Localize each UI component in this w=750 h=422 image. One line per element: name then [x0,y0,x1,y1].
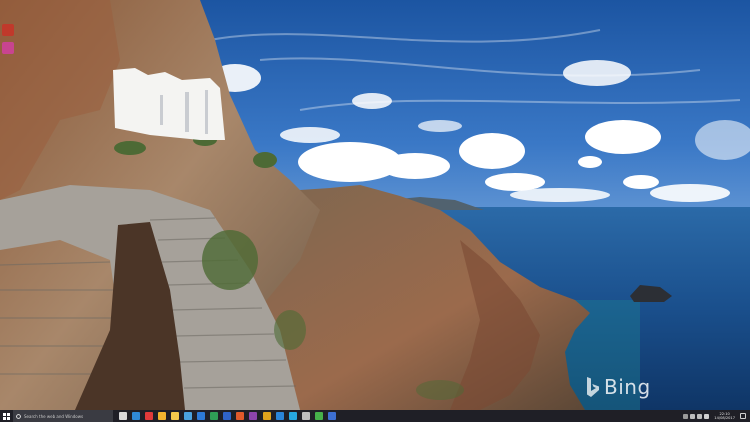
opera-icon[interactable] [144,412,153,420]
bing-watermark-text: Bing [604,375,651,399]
photos-icon[interactable] [275,412,284,420]
task-view-icon[interactable] [118,412,127,420]
clock[interactable]: 22:10 14/08/2017 [714,412,735,420]
taskbar-apps [116,410,339,422]
start-button[interactable] [0,410,13,422]
network-icon[interactable] [690,413,696,419]
desktop[interactable]: Bing [0,0,750,410]
file-explorer-icon[interactable] [170,412,179,420]
volume-icon[interactable] [697,413,703,419]
bing-watermark: Bing [586,372,666,402]
skype-icon[interactable] [288,412,297,420]
checkmark-icon[interactable] [314,412,323,420]
show-hidden-icons-icon[interactable] [683,413,689,419]
notification-center-icon[interactable] [740,413,746,419]
store-icon[interactable] [184,412,193,420]
powerpoint-icon[interactable] [236,412,245,420]
search-icon [16,413,21,419]
desktop-icons [2,24,16,54]
system-tray: 22:10 14/08/2017 [683,410,746,422]
excel-icon[interactable] [210,412,219,420]
chrome-icon[interactable] [157,412,166,420]
word-icon[interactable] [223,412,232,420]
search-placeholder: Search the web and Windows [24,413,84,419]
bing-logo-icon [587,377,599,397]
onenote-icon[interactable] [249,412,258,420]
settings-icon[interactable] [301,412,310,420]
search-box[interactable]: Search the web and Windows [13,410,113,422]
windows-logo-icon [3,412,10,420]
desktop-icons-1[interactable] [2,24,14,36]
desktop-icons-2[interactable] [2,42,14,54]
taskbar: Search the web and Windows 22:10 14/08/2… [0,410,750,422]
edge-icon[interactable] [131,412,140,420]
paint-icon[interactable] [262,412,271,420]
mail-icon[interactable] [197,412,206,420]
clock-date: 14/08/2017 [714,416,735,420]
wallpaper-image [0,0,750,410]
language-icon[interactable] [704,413,710,419]
app-icon[interactable] [328,412,337,420]
